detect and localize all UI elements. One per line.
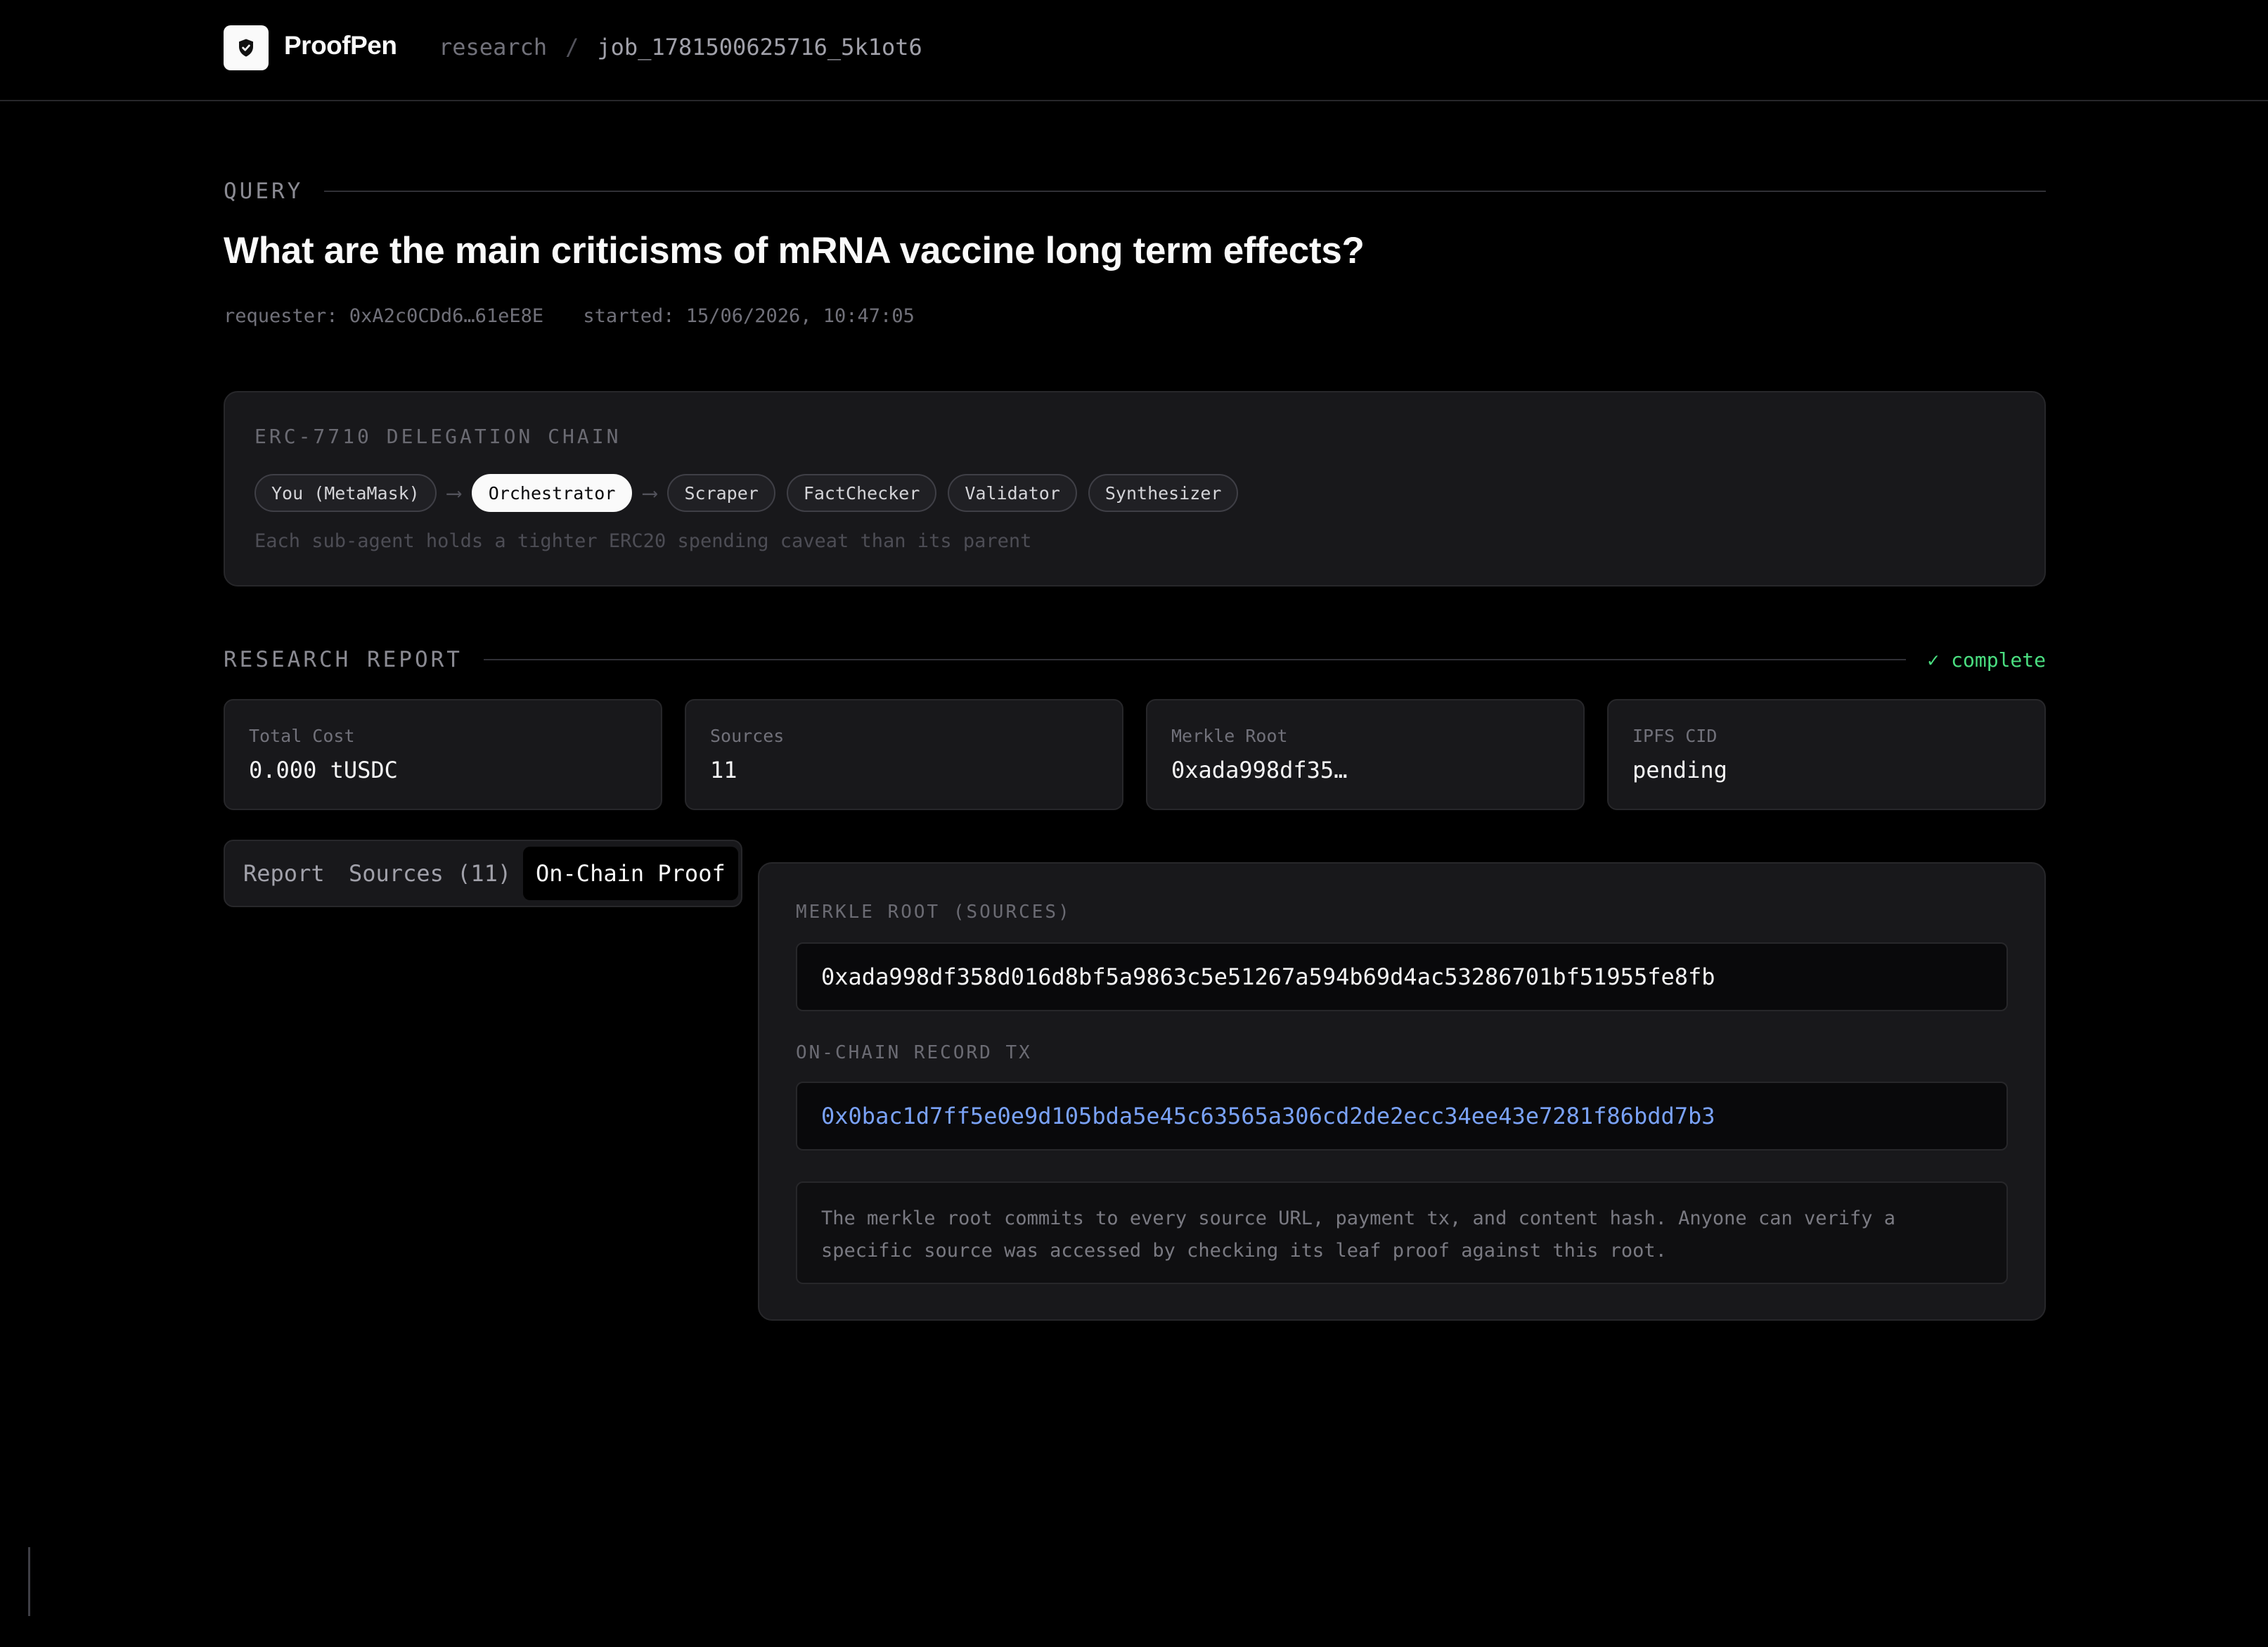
merkle-explanation: The merkle root commits to every source …: [796, 1181, 2008, 1284]
divider: [324, 191, 2046, 192]
breadcrumb-root[interactable]: research: [439, 34, 547, 60]
agent-pill-validator[interactable]: Validator: [948, 474, 1077, 512]
tab-sources[interactable]: Sources (11): [349, 847, 511, 900]
divider: [483, 659, 1907, 660]
stat-label: Merkle Root: [1171, 726, 1288, 746]
agent-pill-factchecker[interactable]: FactChecker: [786, 474, 937, 512]
stat-card-sources: Sources 11: [685, 699, 1123, 810]
delegation-note: Each sub-agent holds a tighter ERC20 spe…: [254, 530, 1032, 552]
delegation-chain: You (MetaMask) ⟶ Orchestrator ⟶ Scraper …: [254, 474, 1239, 512]
agent-pill-scraper[interactable]: Scraper: [667, 474, 775, 512]
delegation-chain-title: ERC-7710 DELEGATION CHAIN: [254, 425, 621, 448]
report-section-header: RESEARCH REPORT ✓ complete: [224, 647, 2046, 672]
stat-value: 0xada998df35…: [1171, 757, 1348, 783]
agent-pill-orchestrator[interactable]: Orchestrator: [471, 474, 633, 512]
logo[interactable]: [224, 25, 269, 70]
stat-label: Sources: [710, 726, 785, 746]
stat-label: IPFS CID: [1632, 726, 1718, 746]
merkle-root-label: MERKLE ROOT (SOURCES): [796, 902, 1071, 923]
top-bar: ProofPen research / job_1781500625716_5k…: [0, 0, 2268, 101]
breadcrumb: research / job_1781500625716_5k1ot6: [439, 34, 922, 60]
stat-label: Total Cost: [249, 726, 355, 746]
stat-value: 0.000 tUSDC: [249, 757, 398, 783]
agent-pill-you[interactable]: You (MetaMask): [254, 474, 437, 512]
tab-report[interactable]: Report: [243, 847, 325, 900]
on-chain-proof-panel: MERKLE ROOT (SOURCES) 0xada998df358d016d…: [758, 862, 2046, 1321]
stat-card-total-cost: Total Cost 0.000 tUSDC: [224, 699, 662, 810]
tab-on-chain-proof[interactable]: On-Chain Proof: [523, 847, 738, 900]
started-timestamp: started: 15/06/2026, 10:47:05: [583, 305, 915, 327]
tx-hash-link[interactable]: 0x0bac1d7ff5e0e9d105bda5e45c63565a306cd2…: [796, 1082, 2008, 1151]
query-title: What are the main criticisms of mRNA vac…: [224, 230, 1365, 271]
brand-name[interactable]: ProofPen: [284, 31, 397, 60]
tx-label: ON-CHAIN RECORD TX: [796, 1042, 1032, 1063]
query-meta: requester: 0xA2c0CDd6…61eE8E started: 15…: [224, 305, 915, 327]
stat-card-merkle-root: Merkle Root 0xada998df35…: [1146, 699, 1585, 810]
report-label: RESEARCH REPORT: [224, 647, 463, 672]
requester-address: requester: 0xA2c0CDd6…61eE8E: [224, 305, 544, 327]
scroll-indicator: [28, 1547, 30, 1616]
merkle-root-field[interactable]: 0xada998df358d016d8bf5a9863c5e51267a594b…: [796, 942, 2008, 1011]
shield-check-icon: [239, 39, 253, 57]
stat-card-ipfs-cid: IPFS CID pending: [1607, 699, 2046, 810]
stat-value: pending: [1632, 757, 1727, 783]
agent-pill-synthesizer[interactable]: Synthesizer: [1088, 474, 1239, 512]
arrow-icon: ⟶: [643, 480, 657, 506]
breadcrumb-separator: /: [565, 34, 579, 60]
stat-value: 11: [710, 757, 737, 783]
status-badge: ✓ complete: [1927, 648, 2046, 672]
query-label: QUERY: [224, 179, 304, 204]
arrow-icon: ⟶: [447, 480, 460, 506]
report-tabs: Report Sources (11) On-Chain Proof: [224, 840, 742, 907]
delegation-chain-card: ERC-7710 DELEGATION CHAIN You (MetaMask)…: [224, 391, 2046, 587]
query-section-header: QUERY: [224, 179, 2046, 204]
breadcrumb-job: job_1781500625716_5k1ot6: [597, 34, 922, 60]
